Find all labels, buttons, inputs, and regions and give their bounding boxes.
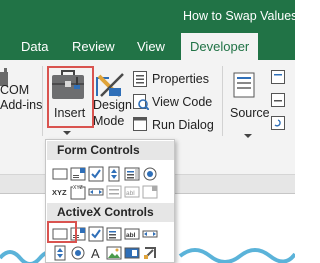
- text-box-icon-text: abl: [126, 232, 136, 239]
- text-field-icon[interactable]: [106, 184, 122, 200]
- expansion-packs-icon[interactable]: [271, 93, 285, 112]
- label-icon[interactable]: A: [88, 245, 104, 261]
- label-a-text: A: [91, 246, 100, 261]
- form-controls-header: Form Controls: [47, 141, 174, 160]
- combo-box-icon[interactable]: [70, 166, 86, 182]
- ribbon-tab-row: Data Review View Developer: [0, 33, 295, 60]
- combo-drop-down-icon[interactable]: [142, 184, 158, 200]
- check-box-icon[interactable]: [88, 226, 104, 242]
- spin-button-icon[interactable]: [52, 245, 68, 261]
- view-code-icon: [133, 94, 150, 115]
- list-box-icon[interactable]: [124, 166, 140, 182]
- text-box-icon[interactable]: abl: [124, 226, 140, 242]
- label-icon-text: XYZ: [52, 188, 67, 197]
- scroll-bar-icon[interactable]: [142, 226, 158, 242]
- option-button-icon[interactable]: [142, 166, 158, 182]
- developer-ribbon: COM Add-ins Insert Design Mode Propertie…: [0, 60, 295, 140]
- spin-button-icon[interactable]: [106, 166, 122, 182]
- design-mode-label-2: Mode: [93, 114, 125, 128]
- refresh-data-icon[interactable]: [271, 116, 285, 135]
- view-code-label: View Code: [152, 95, 213, 109]
- tab-data[interactable]: Data: [21, 39, 48, 54]
- tab-view[interactable]: View: [137, 39, 165, 54]
- tab-developer[interactable]: Developer: [181, 33, 259, 60]
- ribbon-separator: [222, 66, 223, 136]
- list-box-icon[interactable]: [106, 226, 122, 242]
- combo-list-edit-icon[interactable]: abl: [124, 184, 140, 200]
- combo-list-edit-icon-text: abl: [126, 190, 135, 197]
- run-dialog-label: Run Dialog: [152, 118, 214, 132]
- option-button-icon[interactable]: [70, 245, 86, 261]
- toggle-button-icon[interactable]: [124, 245, 140, 261]
- com-addins-label-1: COM: [0, 83, 30, 97]
- image-icon[interactable]: [106, 245, 122, 261]
- activex-controls-header: ActiveX Controls: [47, 203, 174, 222]
- design-mode-icon: [95, 70, 125, 98]
- label-icon[interactable]: XYZ: [52, 184, 68, 200]
- tab-review[interactable]: Review: [72, 39, 115, 54]
- group-box-icon-text: XYZ: [73, 185, 83, 191]
- properties-label: Properties: [152, 72, 209, 86]
- ribbon-separator: [42, 66, 43, 136]
- command-button-highlight-box: [47, 221, 77, 243]
- title-bar: How to Swap Values: [0, 0, 298, 33]
- insert-controls-menu: Form Controls XYZ XYZ abl ActiveX Contro…: [45, 139, 175, 263]
- insert-highlight-box: [47, 66, 94, 128]
- scroll-bar-icon[interactable]: [88, 184, 104, 200]
- more-controls-icon[interactable]: [142, 245, 158, 261]
- run-dialog-icon: [133, 117, 147, 136]
- group-box-icon[interactable]: XYZ: [70, 184, 86, 200]
- check-box-icon[interactable]: [88, 166, 104, 182]
- source-icon: [233, 72, 257, 105]
- map-properties-icon[interactable]: [271, 70, 285, 89]
- button-icon[interactable]: [52, 166, 68, 182]
- source-label: Source: [230, 106, 270, 120]
- design-mode-label-1: Design: [93, 98, 132, 112]
- window-title: How to Swap Values: [183, 9, 298, 23]
- properties-icon: [133, 71, 147, 92]
- com-addins-label-2: Add-ins: [0, 98, 43, 112]
